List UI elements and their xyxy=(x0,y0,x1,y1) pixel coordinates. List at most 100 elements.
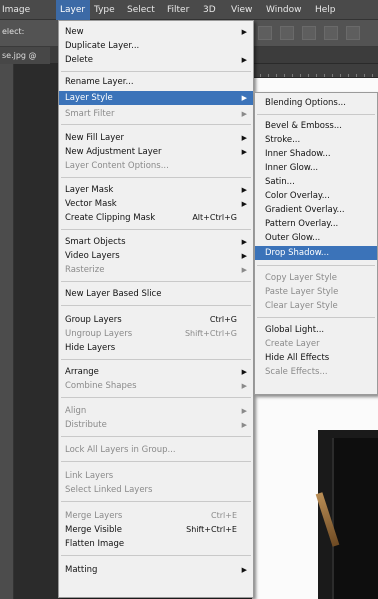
menu-item-shortcut: Alt+Ctrl+G xyxy=(192,213,237,222)
submenu-item-satin[interactable]: Satin... xyxy=(255,175,377,189)
menu-item-lock-all-layers[interactable]: Lock All Layers in Group... xyxy=(59,443,253,457)
menu-item-combine-shapes[interactable]: Combine Shapes ▶ xyxy=(59,379,253,393)
menu-item-label: Smart Filter xyxy=(65,109,115,119)
menu-item-new[interactable]: New ▶ xyxy=(59,25,253,39)
submenu-item-hide-all-effects[interactable]: Hide All Effects xyxy=(255,351,377,365)
menu-item-merge-visible[interactable]: Merge Visible Shift+Ctrl+E xyxy=(59,523,253,537)
menu-item-label: Layer Mask xyxy=(65,185,114,195)
submenu-item-scale-effects[interactable]: Scale Effects... xyxy=(255,365,377,379)
menu-item-label: Arrange xyxy=(65,367,99,377)
align-center-icon[interactable] xyxy=(280,26,294,40)
submenu-item-create-layer[interactable]: Create Layer xyxy=(255,337,377,351)
menu-item-vector-mask[interactable]: Vector Mask ▶ xyxy=(59,197,253,211)
menu-view[interactable]: View xyxy=(231,0,252,20)
menu-filter[interactable]: Filter xyxy=(167,0,189,20)
submenu-arrow-icon: ▶ xyxy=(241,407,247,415)
menu-3d[interactable]: 3D xyxy=(203,0,216,20)
menu-item-smart-filter[interactable]: Smart Filter ▶ xyxy=(59,107,253,121)
menu-item-label: New Fill Layer xyxy=(65,133,124,143)
menu-item-label: Duplicate Layer... xyxy=(65,41,140,51)
menu-select[interactable]: Select xyxy=(127,0,155,20)
menu-type[interactable]: Type xyxy=(94,0,115,20)
submenu-item-global-light[interactable]: Global Light... xyxy=(255,323,377,337)
menu-item-rasterize[interactable]: Rasterize ▶ xyxy=(59,263,253,277)
menu-item-label: Ungroup Layers xyxy=(65,329,133,339)
menu-item-smart-objects[interactable]: Smart Objects ▶ xyxy=(59,235,253,249)
menubar: Image Layer Type Select Filter 3D View W… xyxy=(0,0,378,20)
menu-item-shortcut: Ctrl+E xyxy=(211,511,237,520)
menu-layer[interactable]: Layer xyxy=(56,0,90,20)
distribute-vertical-icon[interactable] xyxy=(346,26,360,40)
tools-panel[interactable] xyxy=(0,64,14,599)
menu-item-distribute[interactable]: Distribute ▶ xyxy=(59,418,253,432)
submenu-arrow-icon: ▶ xyxy=(241,382,247,390)
submenu-arrow-icon: ▶ xyxy=(241,200,247,208)
menu-separator xyxy=(257,317,375,318)
submenu-item-inner-glow[interactable]: Inner Glow... xyxy=(255,161,377,175)
menu-item-link-layers[interactable]: Link Layers xyxy=(59,469,253,483)
menu-item-layer-style[interactable]: Layer Style ▶ xyxy=(59,91,253,105)
layer-menu: New ▶ Duplicate Layer... Delete ▶ Rename L… xyxy=(58,20,254,598)
menu-item-layer-mask[interactable]: Layer Mask ▶ xyxy=(59,183,253,197)
menu-item-label: Create Clipping Mask xyxy=(65,213,156,223)
submenu-arrow-icon: ▶ xyxy=(241,134,247,142)
menu-item-select-linked-layers[interactable]: Select Linked Layers xyxy=(59,483,253,497)
menu-item-new-adjustment-layer[interactable]: New Adjustment Layer ▶ xyxy=(59,145,253,159)
menu-help[interactable]: Help xyxy=(315,0,336,20)
menu-separator xyxy=(61,124,251,125)
submenu-item-inner-shadow[interactable]: Inner Shadow... xyxy=(255,147,377,161)
menu-item-label: Lock All Layers in Group... xyxy=(65,445,176,455)
submenu-arrow-icon: ▶ xyxy=(241,94,247,102)
submenu-arrow-icon: ▶ xyxy=(241,186,247,194)
menu-item-label: New Adjustment Layer xyxy=(65,147,162,157)
menu-item-flatten-image[interactable]: Flatten Image xyxy=(59,537,253,551)
menu-item-new-layer-based-slice[interactable]: New Layer Based Slice xyxy=(59,287,253,301)
menu-image[interactable]: Image xyxy=(2,0,30,20)
submenu-arrow-icon: ▶ xyxy=(241,421,247,429)
document-tab[interactable]: se.jpg @ xyxy=(0,47,50,64)
menu-separator xyxy=(61,359,251,360)
menu-separator xyxy=(61,281,251,282)
menu-item-label: Combine Shapes xyxy=(65,381,137,391)
horizontal-ruler xyxy=(252,64,378,78)
submenu-item-outer-glow[interactable]: Outer Glow... xyxy=(255,231,377,245)
menu-window[interactable]: Window xyxy=(266,0,302,20)
submenu-arrow-icon: ▶ xyxy=(241,238,247,246)
submenu-item-drop-shadow[interactable]: Drop Shadow... xyxy=(255,246,377,260)
menu-item-align[interactable]: Align ▶ xyxy=(59,404,253,418)
menu-item-label: Link Layers xyxy=(65,471,114,481)
menu-item-matting[interactable]: Matting ▶ xyxy=(59,563,253,577)
distribute-icon[interactable] xyxy=(324,26,338,40)
menu-item-delete[interactable]: Delete ▶ xyxy=(59,53,253,67)
menu-item-arrange[interactable]: Arrange ▶ xyxy=(59,365,253,379)
menu-item-create-clipping-mask[interactable]: Create Clipping Mask Alt+Ctrl+G xyxy=(59,211,253,225)
canvas-photo xyxy=(315,430,378,599)
menu-item-label: Merge Layers xyxy=(65,511,123,521)
align-right-icon[interactable] xyxy=(302,26,316,40)
menu-item-label: New Layer Based Slice xyxy=(65,289,162,299)
menu-item-label: Matting xyxy=(65,565,98,575)
menu-item-layer-content-options[interactable]: Layer Content Options... xyxy=(59,159,253,173)
menu-item-hide-layers[interactable]: Hide Layers xyxy=(59,341,253,355)
submenu-item-pattern-overlay[interactable]: Pattern Overlay... xyxy=(255,217,377,231)
menu-item-label: Align xyxy=(65,406,87,416)
menu-item-group-layers[interactable]: Group Layers Ctrl+G xyxy=(59,313,253,327)
menu-item-video-layers[interactable]: Video Layers ▶ xyxy=(59,249,253,263)
submenu-item-color-overlay[interactable]: Color Overlay... xyxy=(255,189,377,203)
submenu-item-copy-layer-style[interactable]: Copy Layer Style xyxy=(255,271,377,285)
submenu-arrow-icon: ▶ xyxy=(241,566,247,574)
submenu-item-stroke[interactable]: Stroke... xyxy=(255,133,377,147)
submenu-item-bevel-emboss[interactable]: Bevel & Emboss... xyxy=(255,119,377,133)
menu-item-label: Distribute xyxy=(65,420,107,430)
menu-item-ungroup-layers[interactable]: Ungroup Layers Shift+Ctrl+G xyxy=(59,327,253,341)
menu-item-duplicate-layer[interactable]: Duplicate Layer... xyxy=(59,39,253,53)
submenu-item-paste-layer-style[interactable]: Paste Layer Style xyxy=(255,285,377,299)
menu-item-label: New xyxy=(65,27,84,37)
align-left-icon[interactable] xyxy=(258,26,272,40)
submenu-item-clear-layer-style[interactable]: Clear Layer Style xyxy=(255,299,377,313)
submenu-item-gradient-overlay[interactable]: Gradient Overlay... xyxy=(255,203,377,217)
menu-item-merge-layers[interactable]: Merge Layers Ctrl+E xyxy=(59,509,253,523)
menu-item-new-fill-layer[interactable]: New Fill Layer ▶ xyxy=(59,131,253,145)
menu-item-rename-layer[interactable]: Rename Layer... xyxy=(59,75,253,89)
submenu-item-blending-options[interactable]: Blending Options... xyxy=(255,96,377,110)
